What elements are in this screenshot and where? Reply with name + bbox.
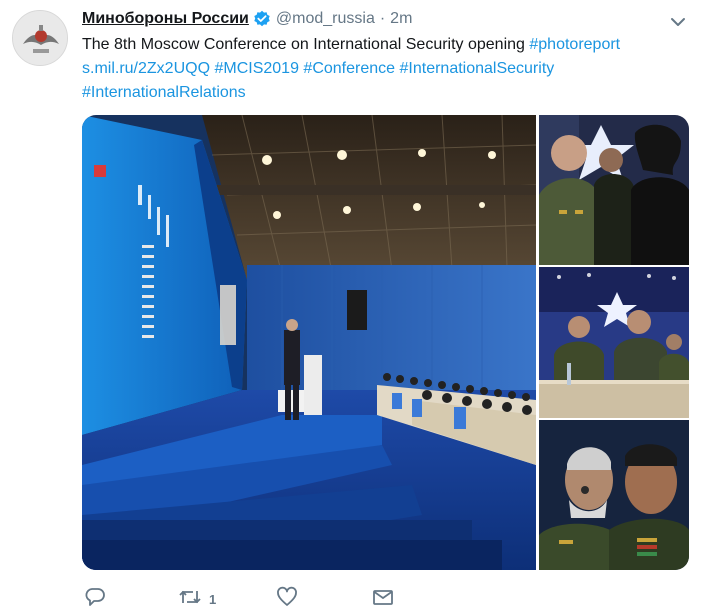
- verified-badge-icon: [253, 10, 271, 28]
- tweet-header: Минобороны России @mod_russia · 2m: [82, 8, 412, 30]
- emblem-icon: [13, 11, 67, 65]
- envelope-icon: [372, 586, 394, 613]
- retweet-icon: [178, 586, 202, 613]
- media-grid: [82, 115, 689, 570]
- author-handle[interactable]: @mod_russia: [276, 10, 375, 28]
- like-button[interactable]: [276, 586, 298, 612]
- author-name[interactable]: Минобороны России: [82, 10, 249, 28]
- hashtag-conference[interactable]: #Conference: [303, 60, 395, 77]
- direct-message-button[interactable]: [372, 586, 394, 612]
- reply-button[interactable]: [84, 586, 106, 612]
- chevron-down-icon[interactable]: [668, 12, 688, 32]
- retweet-count: 1: [209, 591, 217, 607]
- photo-officials-closeup[interactable]: [539, 420, 689, 570]
- photo-seated-officials[interactable]: [539, 267, 689, 418]
- heart-icon: [276, 586, 298, 613]
- avatar[interactable]: [12, 10, 68, 66]
- hashtag-mcis2019[interactable]: #MCIS2019: [214, 60, 299, 77]
- retweet-button[interactable]: 1: [178, 586, 216, 612]
- tweet-text: The 8th Moscow Conference on Internation…: [82, 33, 682, 105]
- tweet[interactable]: Минобороны России @mod_russia · 2m The 8…: [0, 0, 701, 614]
- photo-conference-hall[interactable]: [82, 115, 537, 570]
- separator: ·: [379, 10, 386, 27]
- hashtag-internationalrelations[interactable]: #InternationalRelations: [82, 84, 246, 101]
- hashtag-internationalsecurity[interactable]: #InternationalSecurity: [400, 60, 555, 77]
- short-link[interactable]: s.mil.ru/2Zx2UQQ: [82, 60, 210, 77]
- reply-icon: [84, 586, 106, 613]
- tweet-text-plain: The 8th Moscow Conference on Internation…: [82, 36, 530, 53]
- photo-delegates-talking[interactable]: [539, 115, 689, 265]
- timestamp[interactable]: 2m: [390, 10, 412, 28]
- hashtag-photoreport[interactable]: #photoreport: [529, 36, 620, 53]
